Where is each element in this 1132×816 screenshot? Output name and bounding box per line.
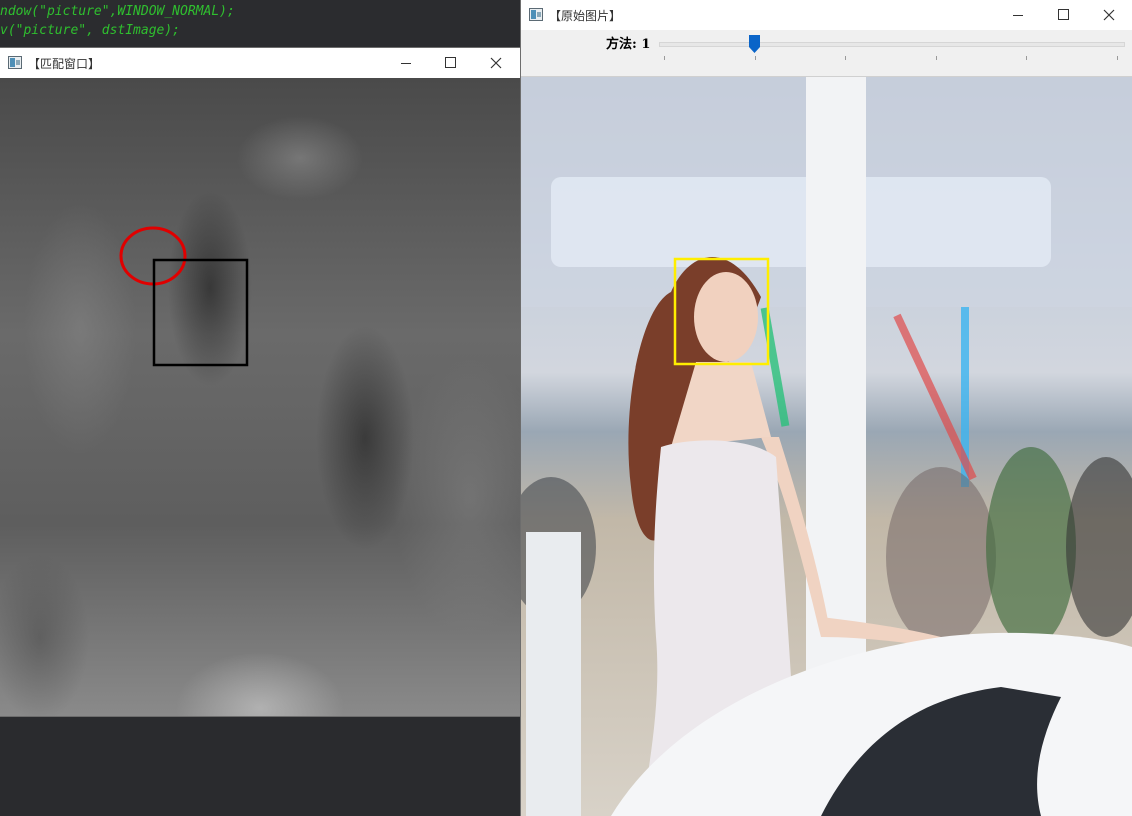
trackbar-tick	[755, 56, 756, 60]
trackbar-tick	[845, 56, 846, 60]
maximize-button[interactable]	[1040, 0, 1086, 30]
original-window-titlebar[interactable]: 【原始图片】	[521, 0, 1132, 30]
method-trackbar-track[interactable]	[659, 42, 1125, 47]
trackbar-panel: 方法: 1	[521, 30, 1132, 77]
maximize-button[interactable]	[427, 48, 473, 78]
minimize-button[interactable]	[383, 48, 429, 78]
close-icon	[490, 57, 502, 69]
close-icon	[1103, 9, 1115, 21]
original-window-title: 【原始图片】	[549, 9, 622, 23]
trackbar-tick	[936, 56, 937, 60]
original-image-window: 【原始图片】 方法: 1	[521, 0, 1132, 816]
match-result-image	[0, 78, 520, 716]
trackbar-tick	[1026, 56, 1027, 60]
match-window-title: 【匹配窗口】	[28, 57, 101, 71]
close-button[interactable]	[473, 48, 519, 78]
code-editor-background: ndow("picture",WINDOW_NORMAL); v("pictur…	[0, 0, 520, 48]
opencv-window-icon	[529, 8, 543, 21]
original-photo	[521, 77, 1132, 816]
method-trackbar-label: 方法: 1	[606, 37, 651, 52]
trackbar-tick	[1117, 56, 1118, 60]
code-line-1: ndow("picture",WINDOW_NORMAL);	[0, 4, 235, 19]
method-trackbar-thumb[interactable]	[749, 35, 760, 53]
close-button[interactable]	[1086, 0, 1132, 30]
opencv-window-icon	[8, 56, 22, 69]
match-template-rect	[152, 258, 249, 367]
match-window: 【匹配窗口】	[0, 48, 520, 716]
match-window-titlebar[interactable]: 【匹配窗口】	[0, 48, 520, 78]
trackbar-tick	[664, 56, 665, 60]
code-line-2: v("picture", dstImage);	[0, 23, 181, 38]
minimize-button[interactable]	[995, 0, 1041, 30]
